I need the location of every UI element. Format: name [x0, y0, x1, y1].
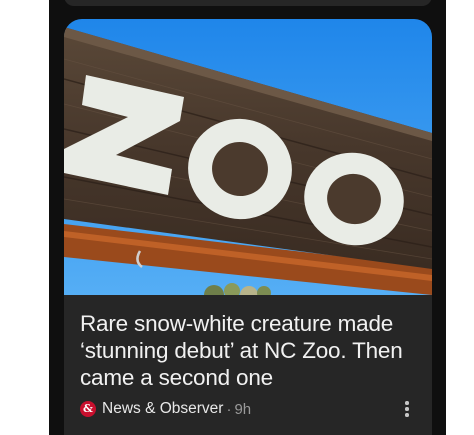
separator-dot: · — [226, 400, 232, 418]
publisher-logo-icon: & — [80, 401, 96, 417]
publisher-name: News & Observer — [102, 400, 224, 417]
news-card[interactable]: Rare snow-white creature made ‘stunning … — [64, 19, 432, 435]
article-thumbnail[interactable] — [64, 19, 432, 295]
page: Rare snow-white creature made ‘stunning … — [0, 0, 474, 435]
publish-time: 9h — [234, 400, 252, 418]
article-headline[interactable]: Rare snow-white creature made ‘stunning … — [80, 310, 420, 391]
source-row[interactable]: & News & Observer · 9h — [80, 399, 251, 419]
more-options-button[interactable] — [398, 397, 416, 421]
previous-card-edge — [64, 0, 432, 6]
more-vertical-icon — [405, 401, 409, 405]
